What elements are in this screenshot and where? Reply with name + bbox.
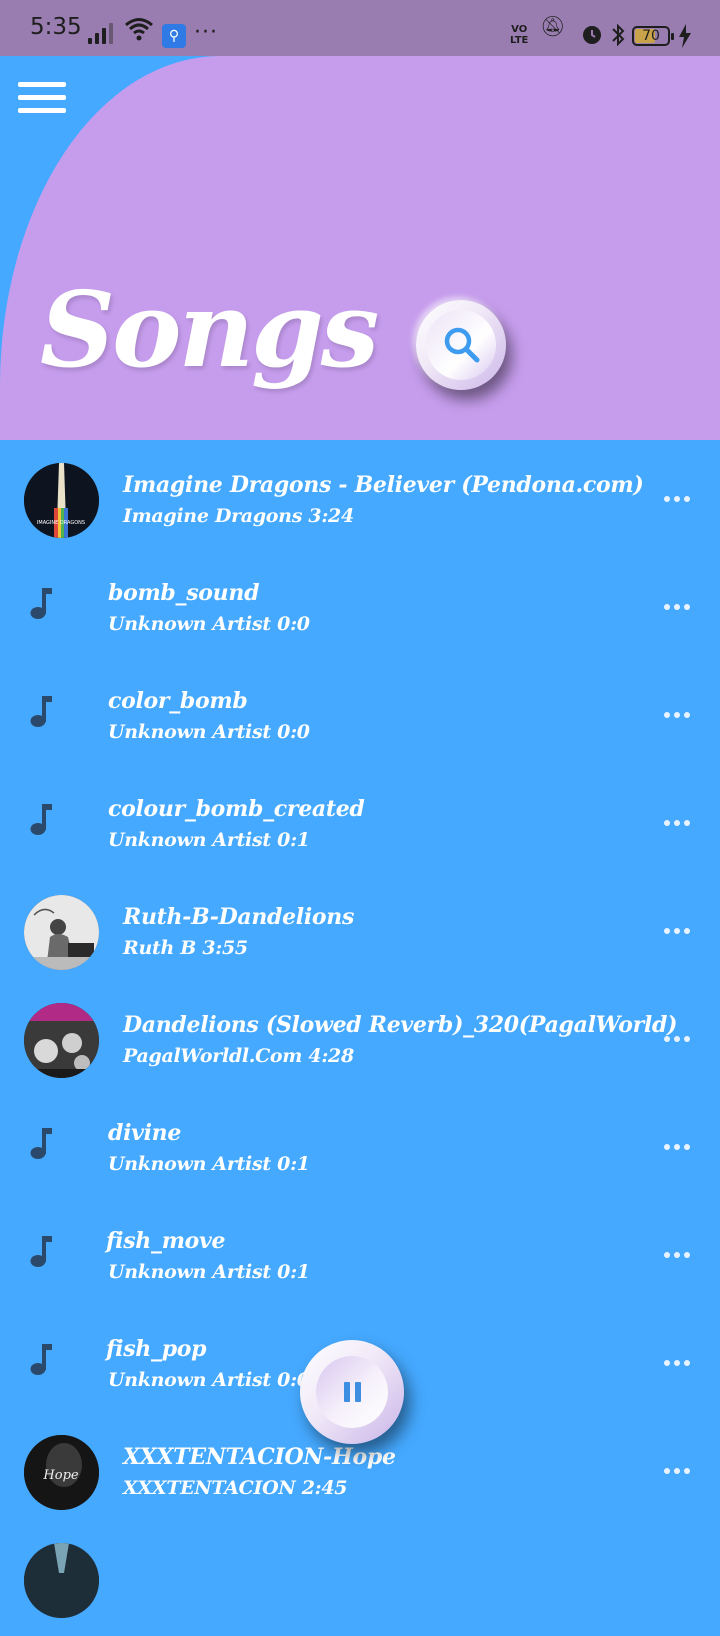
music-note-icon: [30, 804, 52, 835]
more-options-icon[interactable]: [664, 820, 692, 828]
pause-button[interactable]: [300, 1340, 404, 1444]
more-options-icon[interactable]: [664, 1252, 692, 1260]
music-note-icon: [30, 1128, 52, 1159]
pause-icon: [344, 1382, 350, 1402]
pause-icon-bar: [355, 1382, 361, 1402]
album-art: [24, 1003, 99, 1078]
song-artist-duration: Unknown Artist 0:0: [108, 721, 310, 743]
song-list: IMAGINE DRAGONS Imagine Dragons - Believ…: [0, 448, 720, 1636]
music-note-icon: [30, 696, 52, 727]
song-title: bomb_sound: [108, 580, 260, 606]
song-artist-duration: Imagine Dragons 3:24: [123, 505, 354, 527]
search-button[interactable]: [416, 300, 506, 390]
more-options-icon[interactable]: [664, 1144, 692, 1152]
song-title: Dandelions (Slowed Reverb)_320(PagalWorl…: [123, 1012, 678, 1038]
wifi-icon: [125, 18, 153, 41]
list-item[interactable]: IMAGINE DRAGONS Imagine Dragons - Believ…: [0, 448, 720, 556]
svg-text:IMAGINE DRAGONS: IMAGINE DRAGONS: [37, 520, 85, 526]
list-item[interactable]: [0, 1528, 720, 1636]
volte-icon: VO LTE: [510, 24, 529, 46]
battery-icon: 70: [632, 26, 674, 46]
album-art: [24, 895, 99, 970]
song-artist-duration: Unknown Artist 0:0: [108, 1369, 310, 1391]
status-more-icon: ···: [194, 20, 218, 45]
song-artist-duration: Unknown Artist 0:1: [108, 1153, 310, 1175]
svg-text:Hope: Hope: [42, 1468, 78, 1483]
more-options-icon[interactable]: [664, 496, 692, 504]
song-title: color_bomb: [108, 688, 248, 714]
usb-icon: ⚲: [162, 24, 186, 48]
search-icon: [444, 327, 480, 363]
list-item[interactable]: colour_bomb_created Unknown Artist 0:1: [0, 772, 720, 880]
song-title: fish_move: [106, 1228, 226, 1254]
song-artist-duration: Unknown Artist 0:1: [108, 829, 310, 851]
song-artist-duration: Unknown Artist 0:0: [108, 613, 310, 635]
music-note-icon: [30, 1344, 52, 1375]
signal-icon: [88, 22, 116, 44]
more-options-icon[interactable]: [664, 1468, 692, 1476]
menu-button[interactable]: [18, 82, 66, 116]
song-title: colour_bomb_created: [108, 796, 365, 822]
album-art: Hope: [24, 1435, 99, 1510]
status-time: 5:35: [30, 14, 82, 40]
list-item[interactable]: Dandelions (Slowed Reverb)_320(PagalWorl…: [0, 988, 720, 1096]
song-title: XXXTENTACION-Hope: [123, 1444, 396, 1470]
list-item[interactable]: color_bomb Unknown Artist 0:0: [0, 664, 720, 772]
status-bar: 5:35 ⚲ ··· VO LTE 🔕︎ 70: [0, 0, 720, 56]
song-title: fish_pop: [106, 1336, 207, 1362]
alarm-icon: [583, 26, 601, 44]
song-title: divine: [108, 1120, 182, 1146]
list-item[interactable]: bomb_sound Unknown Artist 0:0: [0, 556, 720, 664]
album-art: IMAGINE DRAGONS: [24, 463, 99, 538]
song-artist-duration: PagalWorldl.Com 4:28: [123, 1045, 354, 1067]
song-title: Ruth-B-Dandelions: [123, 904, 355, 930]
song-artist-duration: XXXTENTACION 2:45: [123, 1477, 348, 1499]
battery-level: 70: [642, 28, 660, 44]
list-item[interactable]: divine Unknown Artist 0:1: [0, 1096, 720, 1204]
mute-vibrate-icon: 🔕︎: [540, 14, 566, 38]
more-options-icon[interactable]: [664, 712, 692, 720]
song-artist-duration: Ruth B 3:55: [123, 937, 248, 959]
page-title: Songs: [40, 268, 379, 391]
list-item[interactable]: Ruth-B-Dandelions Ruth B 3:55: [0, 880, 720, 988]
song-artist-duration: Unknown Artist 0:1: [108, 1261, 310, 1283]
more-options-icon[interactable]: [664, 928, 692, 936]
music-note-icon: [30, 588, 52, 619]
song-title: Imagine Dragons - Believer (Pendona.com): [123, 472, 644, 498]
charging-icon: [679, 24, 691, 48]
more-options-icon[interactable]: [664, 1360, 692, 1368]
bluetooth-icon: [612, 23, 625, 47]
more-options-icon[interactable]: [664, 1036, 692, 1044]
list-item[interactable]: fish_move Unknown Artist 0:1: [0, 1204, 720, 1312]
more-options-icon[interactable]: [664, 604, 692, 612]
album-art: [24, 1543, 99, 1618]
music-note-icon: [30, 1236, 52, 1267]
